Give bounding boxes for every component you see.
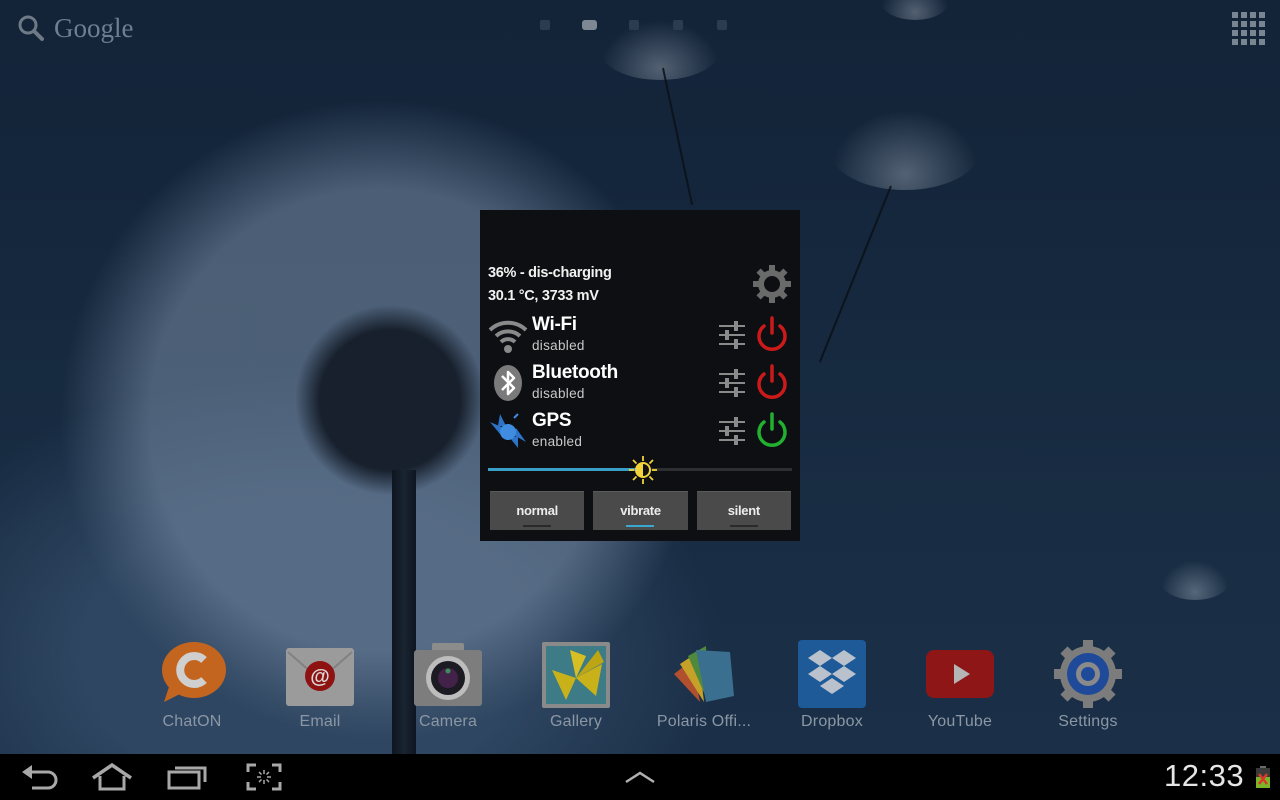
page-indicator: [540, 20, 761, 30]
battery-details-text: 30.1 °C, 3733 mV: [488, 288, 599, 304]
app-label: ChatON: [162, 713, 222, 730]
sound-mode-label: silent: [727, 503, 760, 518]
settings-icon: [1054, 640, 1122, 708]
power-control-widget: 36% - dis-charging 30.1 °C, 3733 mV Wi-F…: [480, 210, 800, 541]
screenshot-button-icon[interactable]: [242, 762, 286, 792]
app-polaris-office[interactable]: Polaris Offi...: [640, 636, 768, 740]
toggle-state: disabled: [532, 338, 585, 353]
sound-mode-buttons: normal vibrate silent: [490, 491, 791, 530]
sound-mode-label: normal: [516, 503, 558, 518]
toggle-name: GPS: [532, 410, 572, 431]
chaton-icon: [162, 642, 226, 702]
youtube-icon: [926, 650, 994, 698]
sliders-settings-icon[interactable]: [718, 416, 746, 446]
gear-icon[interactable]: [752, 264, 792, 304]
toggle-row-wifi: Wi-Fi disabled: [488, 314, 792, 360]
toggle-state: disabled: [532, 386, 585, 401]
sound-mode-silent-button[interactable]: silent: [696, 491, 791, 530]
battery-status-text: 36% - dis-charging: [488, 265, 612, 281]
dropbox-icon: [798, 640, 866, 708]
sound-mode-normal-button[interactable]: normal: [490, 491, 585, 530]
gps-satellite-icon: [490, 413, 526, 448]
app-chaton[interactable]: ChatON: [128, 636, 256, 740]
home-button-icon[interactable]: [90, 762, 134, 792]
apps-grid-icon[interactable]: [1232, 12, 1265, 45]
app-settings[interactable]: Settings: [1024, 636, 1152, 740]
battery-info: 36% - dis-charging 30.1 °C, 3733 mV: [488, 262, 612, 308]
page-dot-current[interactable]: [582, 20, 597, 30]
expand-up-chevron-icon[interactable]: [618, 762, 662, 792]
app-label: Settings: [1058, 713, 1118, 730]
app-label: Polaris Offi...: [656, 713, 752, 730]
sound-mode-indicator: [523, 525, 552, 527]
sliders-settings-icon[interactable]: [718, 320, 746, 350]
google-search-label: Google: [54, 12, 134, 43]
app-label: Dropbox: [801, 713, 863, 730]
app-email[interactable]: @ Email: [256, 636, 384, 740]
power-toggle-icon[interactable]: [755, 364, 789, 400]
sliders-settings-icon[interactable]: [718, 368, 746, 398]
app-gallery[interactable]: Gallery: [512, 636, 640, 740]
power-toggle-icon[interactable]: [755, 412, 789, 448]
sound-mode-vibrate-button[interactable]: vibrate: [593, 491, 688, 530]
toggle-name: Bluetooth: [532, 362, 618, 383]
brightness-sun-icon[interactable]: [628, 455, 658, 485]
sound-mode-indicator: [626, 525, 655, 527]
app-youtube[interactable]: YouTube: [896, 636, 1024, 740]
toggle-name: Wi-Fi: [532, 314, 577, 335]
brightness-fill: [488, 468, 643, 471]
toggle-row-bluetooth: Bluetooth disabled: [488, 362, 792, 408]
brightness-slider[interactable]: [488, 455, 792, 485]
sound-mode-label: vibrate: [620, 503, 661, 518]
page-dot[interactable]: [717, 20, 727, 30]
google-search-bar[interactable]: Google: [16, 10, 133, 46]
app-dock: ChatON @ Email Camera Gallery Polaris Of…: [128, 636, 1152, 740]
app-label: YouTube: [927, 713, 993, 730]
app-label: Camera: [418, 713, 478, 730]
app-dropbox[interactable]: Dropbox: [768, 636, 896, 740]
email-icon: @: [286, 648, 354, 706]
app-label: Email: [299, 713, 341, 730]
app-label: Gallery: [549, 713, 603, 730]
page-dot[interactable]: [629, 20, 639, 30]
page-dot[interactable]: [673, 20, 683, 30]
bluetooth-icon: [494, 365, 522, 401]
recent-apps-button-icon[interactable]: [166, 762, 210, 792]
battery-charging-icon[interactable]: [1256, 766, 1270, 788]
gallery-icon: [542, 642, 610, 708]
camera-icon: [414, 643, 482, 706]
app-camera[interactable]: Camera: [384, 636, 512, 740]
page-dot[interactable]: [540, 20, 550, 30]
sound-mode-indicator: [729, 525, 758, 527]
polaris-office-icon: [674, 646, 734, 702]
toggle-state: enabled: [532, 434, 583, 449]
wifi-icon: [488, 320, 528, 353]
back-button-icon[interactable]: [18, 762, 62, 792]
svg-text:@: @: [310, 666, 330, 688]
toggle-row-gps: GPS enabled: [488, 410, 792, 456]
status-clock: 12:33: [1164, 758, 1245, 793]
search-icon: [18, 15, 44, 41]
power-toggle-icon[interactable]: [755, 316, 789, 352]
system-navigation-bar: 12:33: [0, 754, 1280, 800]
